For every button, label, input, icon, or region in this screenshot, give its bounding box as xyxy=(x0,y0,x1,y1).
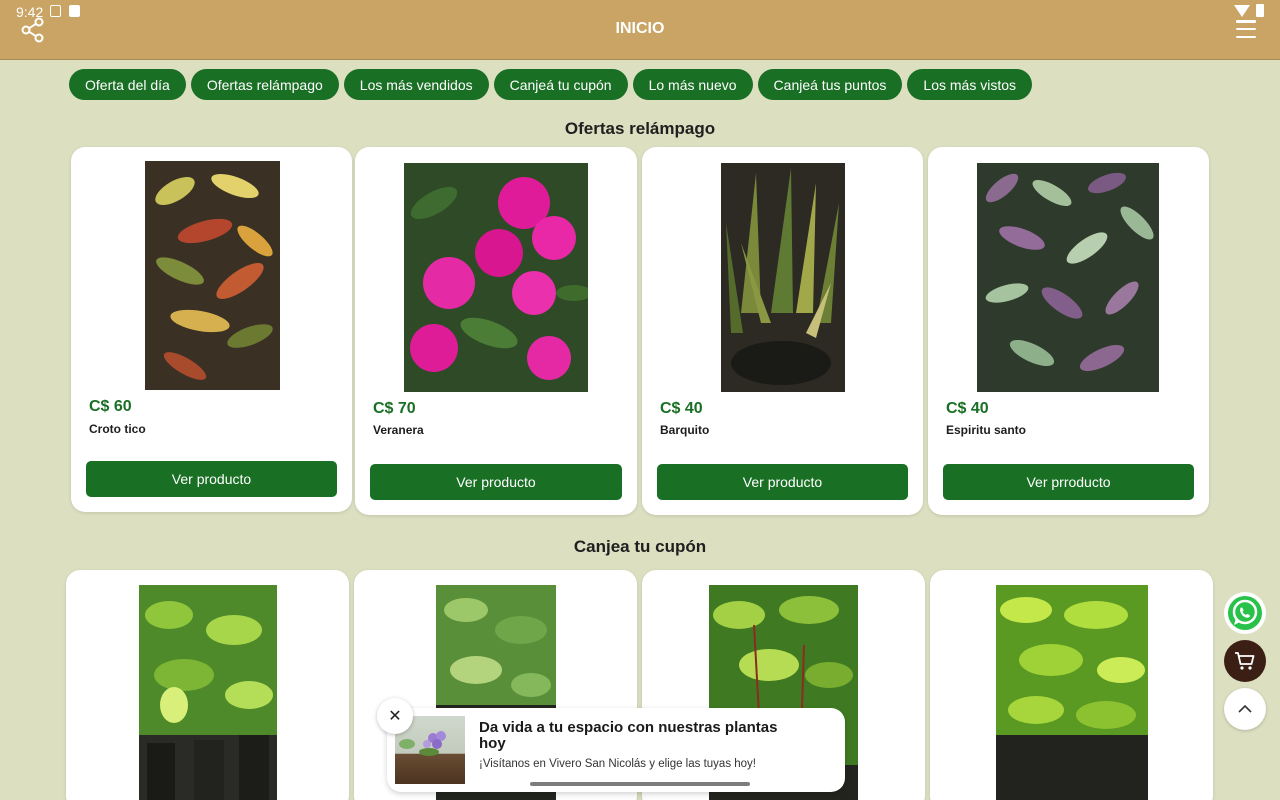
chip-ofertas-relampago[interactable]: Ofertas relámpago xyxy=(190,69,339,100)
chip-los-mas-vendidos[interactable]: Los más vendidos xyxy=(343,69,489,100)
chip-oferta-del-dia[interactable]: Oferta del día xyxy=(69,69,186,100)
product-name: Veranera xyxy=(373,423,424,437)
close-icon[interactable]: ✕ xyxy=(377,698,413,734)
section-title-coupon: Canjea tu cupón xyxy=(573,537,707,556)
product-image xyxy=(145,161,280,390)
product-image xyxy=(996,585,1148,800)
whatsapp-icon xyxy=(1228,596,1262,630)
view-product-button[interactable]: Ver producto xyxy=(86,461,337,497)
whatsapp-button[interactable] xyxy=(1224,592,1266,634)
product-image xyxy=(721,163,845,392)
view-product-button[interactable]: Ver producto xyxy=(370,464,622,500)
product-image xyxy=(977,163,1159,392)
chip-los-mas-vistos[interactable]: Los más vistos xyxy=(907,69,1032,100)
cart-icon xyxy=(1235,652,1255,670)
product-price: C$ 60 xyxy=(89,398,132,415)
product-card[interactable]: C$ 60 Croto tico Ver producto xyxy=(71,147,352,512)
banner-title: Da vida a tu espacio con nuestras planta… xyxy=(479,719,778,752)
product-image xyxy=(139,585,277,800)
sd-card-icon xyxy=(69,5,80,17)
product-price: C$ 70 xyxy=(373,400,416,417)
page-title: INICIO xyxy=(615,20,665,37)
scroll-to-top-button[interactable] xyxy=(1224,688,1266,730)
hamburger-menu-icon[interactable] xyxy=(1236,20,1256,38)
product-price: C$ 40 xyxy=(660,400,703,417)
view-product-button[interactable]: Ver producto xyxy=(657,464,908,500)
product-card[interactable] xyxy=(66,570,349,800)
banner-subtitle: ¡Visítanos en Vivero San Nicolás y elige… xyxy=(479,758,756,770)
product-name: Espiritu santo xyxy=(946,423,1027,437)
chip-lo-mas-nuevo[interactable]: Lo más nuevo xyxy=(632,69,753,100)
section-title-flash-offers: Ofertas relámpago xyxy=(564,119,716,138)
product-card[interactable] xyxy=(930,570,1213,800)
screenshot-icon xyxy=(50,5,61,17)
promo-banner[interactable]: Da vida a tu espacio con nuestras planta… xyxy=(387,708,845,792)
view-product-button[interactable]: Ver prroducto xyxy=(943,464,1194,500)
product-image xyxy=(404,163,588,392)
product-price: C$ 40 xyxy=(946,400,989,417)
status-notification-icons xyxy=(50,5,80,17)
wifi-icon xyxy=(1234,4,1250,17)
home-indicator xyxy=(530,782,750,786)
chip-canjea-tu-cupon[interactable]: Canjeá tu cupón xyxy=(493,69,628,100)
product-card[interactable]: C$ 40 Espiritu santo Ver prroducto xyxy=(928,147,1209,515)
status-system-icons xyxy=(1234,4,1264,17)
product-card[interactable]: C$ 70 Veranera Ver producto xyxy=(355,147,637,515)
top-app-bar: 9:42 INICIO xyxy=(0,0,1280,60)
chevron-up-icon xyxy=(1238,704,1252,713)
product-name: Barquito xyxy=(660,423,710,437)
chip-canjea-tus-puntos[interactable]: Canjeá tus puntos xyxy=(757,69,903,100)
cart-button[interactable] xyxy=(1224,640,1266,682)
product-name: Croto tico xyxy=(89,422,146,436)
battery-icon xyxy=(1256,4,1264,17)
category-chips: Oferta del día Ofertas relámpago Los más… xyxy=(69,69,1032,100)
product-card[interactable]: C$ 40 Barquito Ver producto xyxy=(642,147,923,515)
